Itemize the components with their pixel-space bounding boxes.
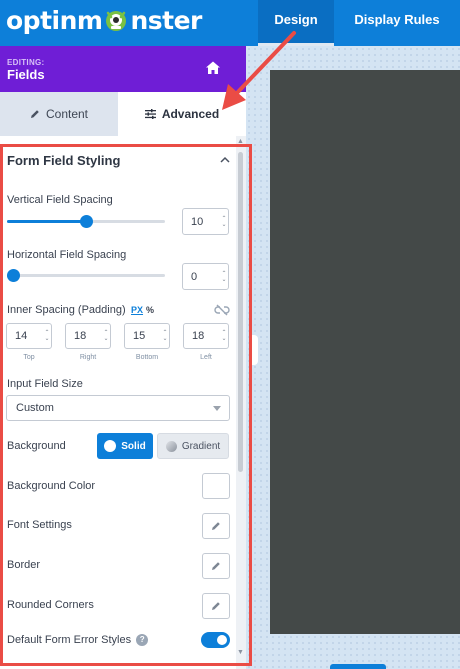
background-solid-label: Solid: [121, 440, 146, 452]
padding-label: Inner Spacing (Padding): [7, 304, 126, 316]
stepper-arrows-icon[interactable]: ⌃ ⌄: [220, 216, 228, 228]
nav-tab-design[interactable]: Design: [258, 0, 334, 46]
padding-bottom-caption: Bottom: [135, 354, 159, 361]
error-styles-label: Default Form Error Styles ?: [7, 634, 149, 647]
border-edit-button[interactable]: [202, 553, 230, 579]
vertical-spacing-slider[interactable]: [7, 215, 165, 228]
help-icon[interactable]: ?: [136, 634, 149, 647]
padding-left-value: 18: [192, 330, 205, 342]
horizontal-spacing-slider-knob[interactable]: [7, 269, 20, 282]
pencil-icon: [212, 602, 220, 610]
scroll-up-icon[interactable]: ▲: [237, 138, 244, 145]
stepper-arrows-icon[interactable]: ⌃ ⌄: [43, 330, 51, 342]
background-color-label: Background Color: [7, 480, 96, 492]
horizontal-spacing-value: 0: [191, 270, 198, 283]
input-size-selected: Custom: [16, 402, 54, 414]
tab-advanced[interactable]: Advanced: [118, 92, 246, 136]
error-styles-toggle[interactable]: [201, 632, 230, 648]
padding-right-caption: Right: [79, 354, 97, 361]
scroll-down-icon[interactable]: ▼: [237, 649, 244, 656]
nav-tab-display-rules[interactable]: Display Rules: [334, 0, 460, 46]
stepper-arrows-icon[interactable]: ⌃ ⌄: [102, 330, 110, 342]
tab-content-label: Content: [45, 107, 89, 121]
panel-collapse-handle[interactable]: [250, 335, 258, 365]
padding-bottom-input[interactable]: 15 ⌃ ⌄: [124, 323, 170, 349]
stepper-arrows-icon[interactable]: ⌃ ⌄: [220, 330, 228, 342]
error-styles-text: Default Form Error Styles: [7, 634, 132, 646]
font-settings-label: Font Settings: [7, 519, 72, 531]
input-size-label: Input Field Size: [7, 378, 83, 390]
campaign-preview[interactable]: [270, 70, 460, 634]
background-color-swatch[interactable]: [202, 473, 230, 499]
padding-left-input[interactable]: 18 ⌃ ⌄: [183, 323, 229, 349]
caret-down-icon: [213, 406, 221, 411]
monster-mascot-icon: [106, 11, 127, 31]
gradient-circle-icon: [165, 440, 177, 452]
editing-title: Fields: [7, 67, 45, 82]
unlink-icon[interactable]: [214, 304, 230, 316]
rounded-corners-edit-button[interactable]: [202, 593, 230, 619]
toggle-knob: [217, 635, 227, 645]
sliders-icon: [144, 109, 156, 119]
background-label: Background: [7, 440, 66, 452]
padding-right-input[interactable]: 18 ⌃ ⌄: [65, 323, 111, 349]
tab-advanced-label: Advanced: [161, 107, 220, 121]
home-icon[interactable]: [205, 60, 221, 76]
chevron-up-icon[interactable]: [219, 154, 231, 166]
unit-percent-toggle[interactable]: %: [146, 305, 154, 315]
vertical-spacing-label: Vertical Field Spacing: [7, 194, 113, 206]
horizontal-spacing-slider[interactable]: [7, 269, 165, 282]
solid-circle-icon: [104, 440, 117, 452]
input-size-select[interactable]: Custom: [6, 395, 230, 421]
vertical-spacing-value: 10: [191, 215, 204, 228]
editing-label: EDITING:: [7, 58, 45, 67]
pencil-icon: [212, 522, 220, 530]
vertical-spacing-slider-knob[interactable]: [79, 215, 93, 228]
bottom-action-button[interactable]: [330, 664, 386, 669]
horizontal-spacing-label: Horizontal Field Spacing: [7, 249, 127, 261]
padding-top-input[interactable]: 14 ⌃ ⌄: [6, 323, 52, 349]
optinmonster-logo[interactable]: optinm nster: [6, 6, 202, 36]
horizontal-spacing-input[interactable]: 0 ⌃ ⌄: [182, 263, 229, 290]
pencil-icon: [30, 110, 39, 118]
padding-top-value: 14: [15, 330, 28, 342]
padding-top-caption: Top: [23, 354, 35, 361]
border-label: Border: [7, 559, 41, 571]
panel-scrollbar-thumb[interactable]: [238, 152, 243, 472]
stepper-arrows-icon[interactable]: ⌃ ⌄: [220, 271, 228, 283]
background-gradient-button[interactable]: Gradient: [157, 433, 229, 459]
rounded-corners-label: Rounded Corners: [7, 599, 94, 611]
background-gradient-label: Gradient: [181, 440, 221, 452]
pencil-icon: [212, 562, 220, 570]
tab-content[interactable]: Content: [0, 92, 118, 136]
vertical-spacing-slider-fill: [7, 220, 86, 223]
logo-text-start: optinm: [6, 6, 103, 35]
background-solid-button[interactable]: Solid: [97, 433, 153, 459]
vertical-spacing-input[interactable]: 10 ⌃ ⌄: [182, 208, 229, 235]
unit-px-toggle[interactable]: PX: [131, 305, 143, 315]
font-settings-edit-button[interactable]: [202, 513, 230, 539]
padding-right-value: 18: [74, 330, 87, 342]
padding-left-caption: Left: [200, 354, 212, 361]
stepper-arrows-icon[interactable]: ⌃ ⌄: [161, 330, 169, 342]
section-title[interactable]: Form Field Styling: [7, 153, 120, 168]
padding-bottom-value: 15: [133, 330, 146, 342]
logo-text-end: nster: [130, 6, 202, 35]
